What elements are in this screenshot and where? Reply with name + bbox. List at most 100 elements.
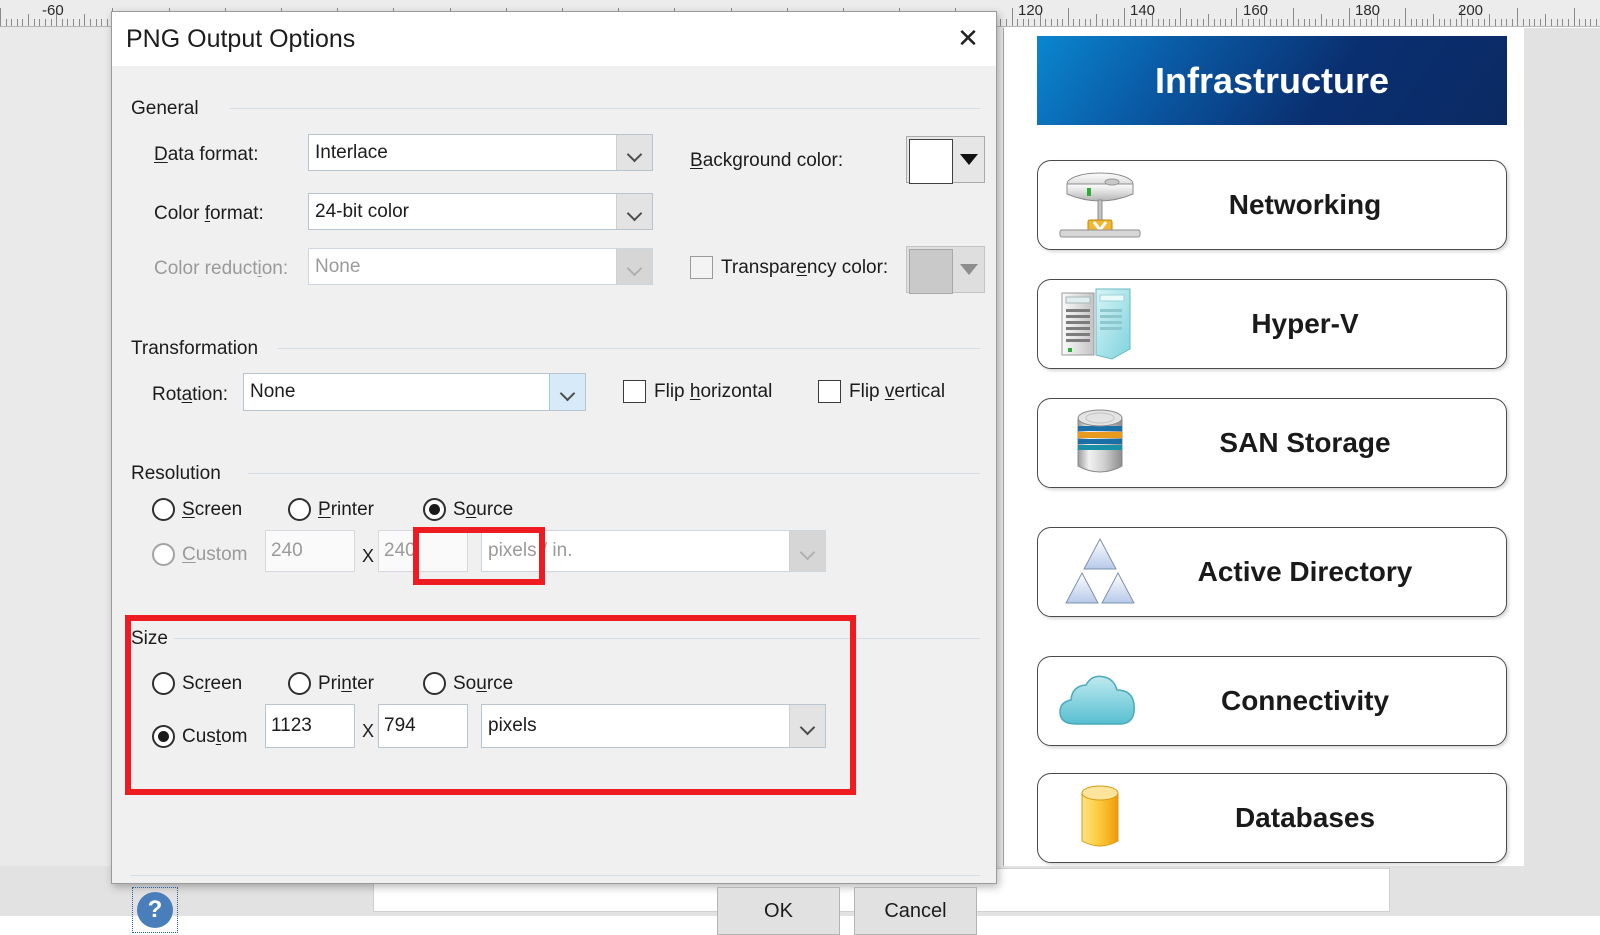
size-source-radio[interactable] — [423, 672, 446, 695]
label-flip-horizontal: Flip horizontal — [654, 381, 772, 403]
background-color-picker[interactable] — [906, 136, 985, 183]
color-format-value: 24-bit color — [309, 201, 616, 223]
shape-san-storage[interactable]: SAN Storage — [1037, 398, 1507, 488]
dialog-titlebar[interactable]: PNG Output Options ✕ — [112, 12, 996, 66]
label-transparency-color: Transparency color: — [721, 257, 888, 279]
shape-label: Networking — [1154, 189, 1506, 221]
group-divider-transformation — [278, 348, 980, 349]
shape-label: Hyper-V — [1154, 308, 1506, 340]
chevron-down-icon — [616, 249, 652, 284]
ruler-label-0: -60 — [42, 2, 64, 19]
chevron-down-icon[interactable] — [955, 137, 983, 182]
size-screen-radio-row[interactable]: Screen — [152, 672, 242, 695]
flip-vertical-checkbox-row[interactable]: Flip vertical — [818, 380, 945, 403]
network-device-icon — [1046, 166, 1154, 244]
color-reduction-dropdown: None — [308, 248, 653, 285]
chevron-down-icon[interactable] — [616, 135, 652, 170]
group-title-size: Size — [131, 628, 178, 650]
help-button[interactable]: ? — [132, 887, 178, 933]
resolution-custom-radio[interactable] — [152, 543, 175, 566]
resolution-printer-radio[interactable] — [288, 498, 311, 521]
label-size-printer: Printer — [318, 673, 374, 695]
ruler-label-3: 160 — [1243, 2, 1268, 19]
chevron-down-icon[interactable] — [549, 374, 585, 410]
size-custom-radio-row[interactable]: Custom — [152, 725, 247, 748]
background-color-swatch[interactable] — [909, 139, 953, 184]
label-background-color: Background color: — [690, 150, 843, 172]
resolution-width-input[interactable]: 240 — [265, 530, 355, 572]
size-printer-radio[interactable] — [288, 672, 311, 695]
database-cylinder-icon — [1046, 779, 1154, 857]
color-format-dropdown[interactable]: 24-bit color — [308, 193, 653, 230]
shape-label: Connectivity — [1154, 685, 1506, 717]
chevron-down-icon — [955, 247, 983, 292]
size-custom-radio[interactable] — [152, 725, 175, 748]
chevron-down-icon[interactable] — [789, 705, 825, 747]
size-printer-radio-row[interactable]: Printer — [288, 672, 374, 695]
shape-label: Databases — [1154, 802, 1506, 834]
banner-title: Infrastructure — [1155, 60, 1389, 102]
rotation-value: None — [244, 381, 549, 403]
resolution-source-radio-row[interactable]: Source — [423, 498, 513, 521]
size-source-radio-row[interactable]: Source — [423, 672, 513, 695]
group-title-resolution: Resolution — [131, 463, 231, 485]
shape-active-directory[interactable]: Active Directory — [1037, 527, 1507, 617]
shape-networking[interactable]: Networking — [1037, 160, 1507, 250]
shape-label: Active Directory — [1154, 556, 1506, 588]
infrastructure-banner[interactable]: Infrastructure — [1037, 36, 1507, 125]
transparency-color-picker — [906, 246, 985, 293]
label-size-screen: Screen — [182, 673, 242, 695]
label-size-custom: Custom — [182, 726, 247, 748]
question-mark-icon: ? — [137, 892, 173, 928]
size-height-input[interactable]: 794 — [378, 704, 468, 748]
group-title-general: General — [131, 98, 209, 120]
size-x-separator: X — [362, 721, 374, 742]
transparency-color-checkbox-row[interactable]: Transparency color: — [690, 256, 888, 279]
ok-button[interactable]: OK — [717, 887, 840, 935]
resolution-height-input[interactable]: 240 — [378, 530, 468, 572]
png-output-options-dialog: PNG Output Options ✕ General Data format… — [111, 11, 997, 884]
flip-horizontal-checkbox-row[interactable]: Flip horizontal — [623, 380, 772, 403]
resolution-screen-radio[interactable] — [152, 498, 175, 521]
size-screen-radio[interactable] — [152, 672, 175, 695]
rotation-dropdown[interactable]: None — [243, 373, 586, 411]
group-divider-size — [174, 638, 980, 639]
transparency-color-checkbox[interactable] — [690, 256, 713, 279]
label-resolution-source: Source — [453, 499, 513, 521]
shape-hyper-v[interactable]: Hyper-V — [1037, 279, 1507, 369]
data-format-value: Interlace — [309, 142, 616, 164]
label-color-format: Color format: — [154, 203, 264, 225]
resolution-screen-radio-row[interactable]: Screen — [152, 498, 242, 521]
resolution-unit-dropdown: pixels / in. — [481, 530, 826, 572]
servers-icon — [1046, 285, 1154, 363]
label-flip-vertical: Flip vertical — [849, 381, 945, 403]
size-width-input[interactable]: 1123 — [265, 704, 355, 748]
data-format-dropdown[interactable]: Interlace — [308, 134, 653, 171]
application-root: -60 120 140 160 180 200 Infrastructure — [0, 0, 1600, 916]
resolution-custom-radio-row[interactable]: Custom — [152, 543, 247, 566]
ruler-label-4: 180 — [1355, 2, 1380, 19]
ruler-label-5: 200 — [1458, 2, 1483, 19]
shape-label: SAN Storage — [1154, 427, 1506, 459]
label-data-format: Data format: — [154, 144, 259, 166]
resolution-printer-radio-row[interactable]: Printer — [288, 498, 374, 521]
chevron-down-icon — [789, 531, 825, 571]
chevron-down-icon[interactable] — [616, 194, 652, 229]
shape-databases[interactable]: Databases — [1037, 773, 1507, 863]
ruler-label-2: 140 — [1130, 2, 1155, 19]
canvas-right-margin — [1524, 28, 1600, 870]
ruler-label-1: 120 — [1018, 2, 1043, 19]
resolution-x-separator: X — [362, 546, 374, 567]
size-unit-dropdown[interactable]: pixels — [481, 704, 826, 748]
flip-vertical-checkbox[interactable] — [818, 380, 841, 403]
color-reduction-value: None — [309, 256, 616, 278]
label-resolution-custom: Custom — [182, 544, 247, 566]
dialog-body: General Data format: Interlace Color for… — [112, 66, 996, 885]
cancel-button[interactable]: Cancel — [854, 887, 977, 935]
cloud-icon — [1046, 662, 1154, 740]
label-resolution-printer: Printer — [318, 499, 374, 521]
shape-connectivity[interactable]: Connectivity — [1037, 656, 1507, 746]
close-icon[interactable]: ✕ — [946, 18, 990, 58]
resolution-source-radio[interactable] — [423, 498, 446, 521]
flip-horizontal-checkbox[interactable] — [623, 380, 646, 403]
